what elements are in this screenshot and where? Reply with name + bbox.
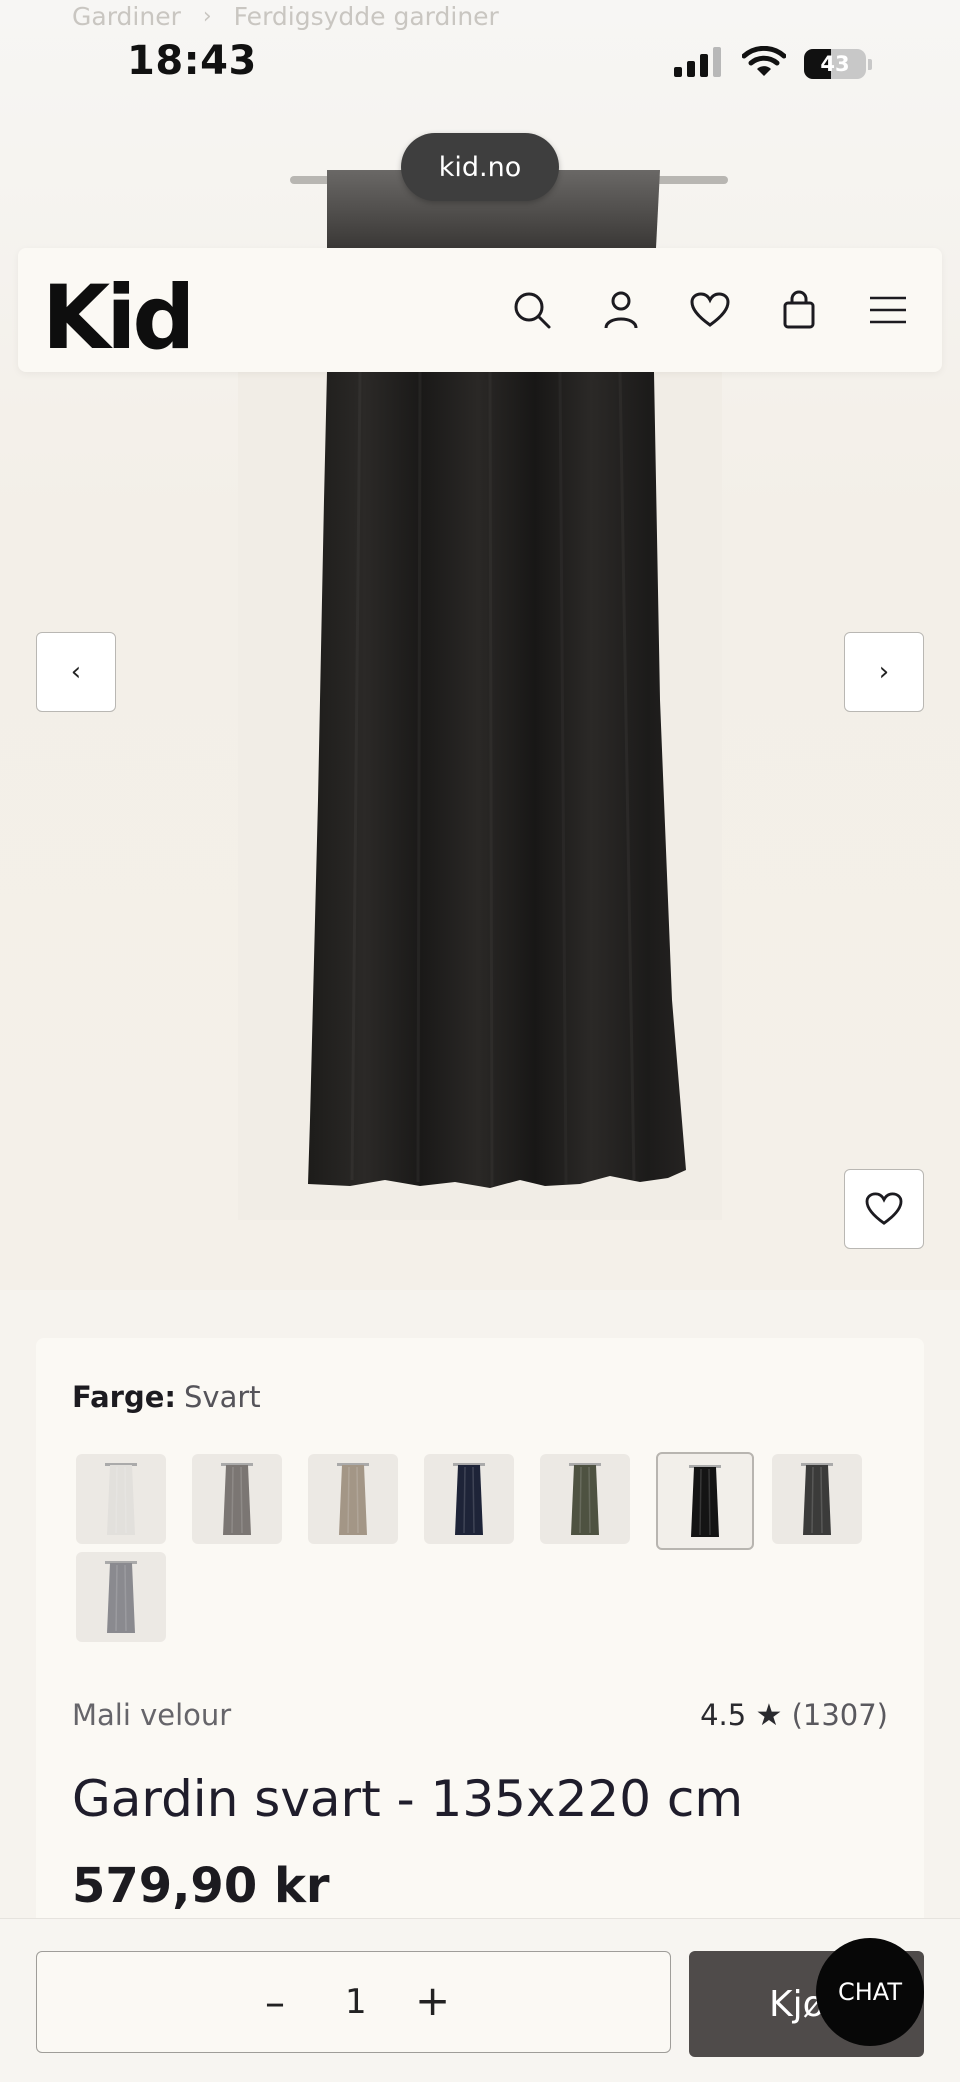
site-header: Kid bbox=[18, 248, 942, 372]
curtain-thumbnail bbox=[337, 1463, 369, 1535]
color-swatch[interactable] bbox=[76, 1552, 166, 1642]
breadcrumb-item-ferdigsydde[interactable]: Ferdigsydde gardiner bbox=[234, 2, 499, 31]
wifi-icon bbox=[741, 45, 787, 82]
color-swatch[interactable] bbox=[424, 1454, 514, 1544]
color-label: Farge: bbox=[72, 1380, 177, 1414]
color-swatch[interactable] bbox=[772, 1454, 862, 1544]
quantity-value[interactable]: 1 bbox=[345, 1982, 367, 2022]
breadcrumb-item-gardiner[interactable]: Gardiner bbox=[72, 2, 181, 31]
review-count: (1307) bbox=[791, 1698, 888, 1732]
wishlist-heart-icon[interactable] bbox=[682, 282, 738, 338]
quantity-decrease-button[interactable]: – bbox=[265, 1980, 285, 2026]
curtain-thumbnail bbox=[105, 1463, 137, 1535]
chat-button-label: CHAT bbox=[837, 1978, 903, 2006]
color-swatch[interactable] bbox=[656, 1452, 754, 1550]
menu-hamburger-icon[interactable] bbox=[860, 282, 916, 338]
curtain-thumbnail bbox=[105, 1561, 137, 1633]
shopping-bag-icon[interactable] bbox=[771, 282, 827, 338]
gallery-prev-button[interactable]: ‹ bbox=[36, 632, 116, 712]
battery-level: 43 bbox=[820, 52, 850, 76]
favorite-button[interactable] bbox=[844, 1169, 924, 1249]
color-value: Svart bbox=[184, 1380, 261, 1414]
heart-icon bbox=[865, 1192, 903, 1225]
curtain-thumbnail bbox=[689, 1465, 721, 1537]
color-swatch[interactable] bbox=[192, 1454, 282, 1544]
product-title: Gardin svart - 135x220 cm bbox=[72, 1770, 744, 1828]
color-swatch[interactable] bbox=[76, 1454, 166, 1544]
signal-icon bbox=[674, 47, 724, 81]
chevron-left-icon: ‹ bbox=[70, 657, 82, 687]
gallery-next-button[interactable]: › bbox=[844, 632, 924, 712]
quantity-stepper: – 1 + bbox=[36, 1951, 671, 2053]
chat-button[interactable]: CHAT bbox=[816, 1938, 924, 2046]
product-options-card: Farge: Svart Mali velour 4.5 ★ (1307) Gar… bbox=[36, 1338, 924, 1938]
battery-cap bbox=[868, 58, 872, 70]
color-swatch[interactable] bbox=[308, 1454, 398, 1544]
account-icon[interactable] bbox=[593, 282, 649, 338]
color-swatch[interactable] bbox=[540, 1454, 630, 1544]
product-rating[interactable]: 4.5 ★ (1307) bbox=[700, 1698, 888, 1733]
quantity-increase-button[interactable]: + bbox=[415, 1976, 450, 2025]
curtain-thumbnail bbox=[453, 1463, 485, 1535]
battery-icon: 43 bbox=[804, 49, 866, 79]
breadcrumb-separator: › bbox=[202, 4, 212, 29]
curtain-thumbnail bbox=[221, 1463, 253, 1535]
color-selector-label: Farge: Svart bbox=[72, 1380, 261, 1414]
url-pill[interactable]: kid.no bbox=[401, 133, 559, 201]
curtain-thumbnail bbox=[801, 1463, 833, 1535]
product-price: 579,90 kr bbox=[72, 1858, 330, 1914]
search-icon[interactable] bbox=[504, 282, 560, 338]
chevron-right-icon: › bbox=[878, 657, 890, 687]
curtain-thumbnail bbox=[569, 1463, 601, 1535]
site-logo[interactable]: Kid bbox=[42, 266, 195, 369]
rating-value: 4.5 bbox=[700, 1698, 747, 1732]
product-brand[interactable]: Mali velour bbox=[72, 1698, 231, 1732]
star-icon: ★ bbox=[755, 1698, 783, 1733]
breadcrumb: Gardiner › Ferdigsydde gardiner bbox=[72, 2, 499, 31]
status-icons: 43 bbox=[674, 45, 872, 82]
status-time: 18:43 bbox=[127, 38, 257, 84]
